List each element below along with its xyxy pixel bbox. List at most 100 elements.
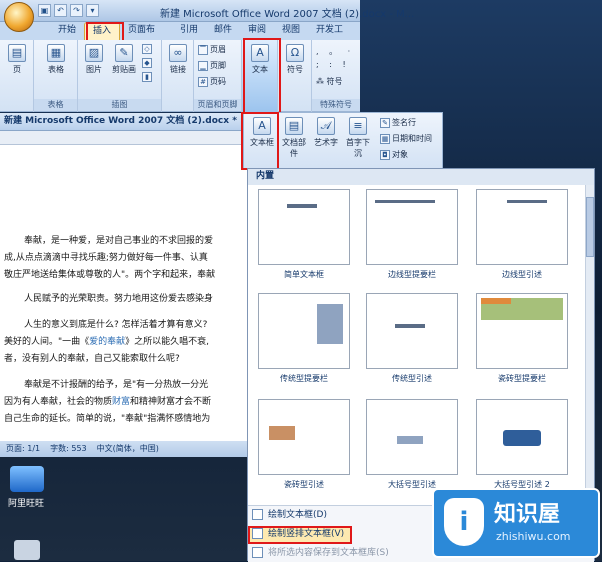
footer-icon: ▁ — [198, 60, 208, 71]
tab-mailings[interactable]: 邮件 — [206, 22, 240, 40]
group-label-illustrations: 插图 — [78, 99, 161, 111]
thumb-brace-box — [503, 430, 541, 446]
wordart-button[interactable]: 𝒜 艺术字 — [312, 117, 340, 148]
aliwangwang-label: 阿里旺旺 — [8, 499, 45, 509]
symbol-menu-icon: ⁂ — [316, 77, 327, 86]
gallery-item-tile-sidebar[interactable] — [476, 293, 568, 369]
window-title: 新建 Microsoft Office Word 2007 文档 (2).doc… — [160, 9, 415, 20]
gallery-item-tile-quote[interactable] — [258, 399, 350, 475]
gallery-header: 内置 — [248, 169, 594, 185]
dropcap-icon: ≡ — [349, 117, 367, 135]
pages-button[interactable]: ▤ 页 — [3, 44, 31, 75]
object-button[interactable]: ◘ 对象 — [380, 149, 408, 160]
picture-icon: ▨ — [85, 44, 103, 62]
gallery-item-traditional-sidebar[interactable] — [258, 293, 350, 369]
thumb-text-lines — [507, 200, 547, 203]
paragraph-1-line-3: 敬庄严地送给集体或尊敬的人"。两个字和起来，奉献 — [4, 270, 216, 280]
tab-developer[interactable]: 开发工具 — [308, 22, 360, 52]
picture-button[interactable]: ▨ 图片 — [80, 44, 108, 75]
office-button[interactable] — [4, 2, 34, 32]
paragraph-3-line-1: 人生的意义到底是什么? 怎样活着才算有意义? — [24, 320, 208, 330]
footer-button[interactable]: ▁ 页脚 — [198, 60, 226, 71]
shield-logo-icon: i — [444, 498, 484, 546]
special-symbols-group: , 。 · ; : ! ⁂ 符号 特殊符号 — [312, 40, 360, 112]
highlight-textbox-button — [241, 112, 279, 170]
gallery-item-traditional-quote[interactable] — [366, 293, 458, 369]
gallery-label-3: 边线型引述 — [502, 270, 542, 279]
tab-references[interactable]: 引用 — [172, 22, 206, 40]
clipart-icon: ✎ — [115, 44, 133, 62]
gallery-label-2: 边线型提要栏 — [388, 270, 436, 279]
scrollbar-thumb[interactable] — [586, 197, 594, 257]
gallery-label-7: 瓷砖型引述 — [284, 480, 324, 489]
punctuation-row-2[interactable]: ; : ! — [316, 60, 350, 69]
status-words[interactable]: 字数: 553 — [50, 441, 87, 457]
redo-icon[interactable]: ↷ — [70, 4, 83, 17]
chart-icon: ▮ — [142, 72, 152, 82]
shapes-button[interactable]: ◇ — [142, 44, 154, 54]
paragraph-4-line-2: 因为有人奉献，社会的物质财富和精神财富才会不断 — [4, 397, 212, 407]
paragraph-1-line-2: 成,从点点滴滴中寻找乐趣;努力做好每一件事、认真 — [4, 253, 208, 263]
status-language[interactable]: 中文(简体，中国) — [97, 441, 159, 457]
vertical-textbox-icon — [252, 528, 263, 539]
group-label-header-footer: 页眉和页脚 — [194, 99, 241, 111]
customize-qat-icon[interactable]: ▾ — [86, 4, 99, 17]
gallery-item-edge-sidebar[interactable] — [366, 189, 458, 265]
chart-button[interactable]: ▮ — [142, 72, 154, 82]
links-button[interactable]: ∞ 链接 — [164, 44, 192, 75]
quickparts-button[interactable]: ▤ 文档部件 — [280, 117, 308, 159]
gallery-item-brace-quote[interactable] — [366, 399, 458, 475]
table-button[interactable]: ▦ 表格 — [42, 44, 70, 75]
special-symbol-button[interactable]: ⁂ 符号 — [316, 76, 343, 87]
gallery-label-4: 传统型提要栏 — [280, 374, 328, 383]
paragraph-4-line-3: 自己生命的延长。简单的说，"奉献"指满怀感情地为 — [4, 414, 211, 424]
gallery-label-1: 简单文本框 — [284, 270, 324, 279]
table-group: ▦ 表格 表格 — [34, 40, 78, 112]
save-icon[interactable]: ▣ — [38, 4, 51, 17]
paragraph-3-line-2: 美好的人间。"一曲《爱的奉献》之所以能久唱不衰, — [4, 337, 210, 347]
wordart-icon: 𝒜 — [317, 117, 335, 135]
page-number-button[interactable]: # 页码 — [198, 76, 226, 87]
symbol-button[interactable]: Ω 符号 — [281, 44, 309, 75]
thumb-tile-accent — [481, 298, 511, 304]
gallery-item-edge-quote[interactable] — [476, 189, 568, 265]
tab-home[interactable]: 开始 — [50, 22, 84, 40]
aliwangwang-icon[interactable] — [10, 466, 44, 492]
clipart-button[interactable]: ✎ 剪贴画 — [110, 44, 138, 75]
ribbon: ▤ 页 ▦ 表格 表格 ▨ 图片 ✎ 剪贴画 ◇ ◆ ▮ 插图 ∞ 链接 ▔ 页眉 ▁ 页脚 … — [0, 40, 360, 112]
menu-draw-textbox[interactable]: 绘制文本框(D) — [252, 508, 327, 524]
ruler — [0, 131, 246, 145]
thumb-text-lines — [395, 324, 425, 328]
illustrations-group: ▨ 图片 ✎ 剪贴画 ◇ ◆ ▮ 插图 — [78, 40, 162, 112]
link-icon: ∞ — [169, 44, 187, 62]
thumb-sidebar — [317, 304, 343, 344]
paragraph-3-line-3: 者，没有别人的奉献，自己又能索取什么呢? — [4, 354, 180, 364]
header-button[interactable]: ▔ 页眉 — [198, 44, 226, 55]
paragraph-4-line-1: 奉献是不计报酬的给予，是"有一分热放一分光 — [24, 380, 209, 390]
menu-draw-vertical-textbox[interactable]: 绘制竖排文本框(V) — [252, 527, 344, 543]
document-title-bar: 新建 Microsoft Office Word 2007 文档 (2).doc… — [0, 113, 246, 131]
link-love-dedication[interactable]: 爱的奉献 — [89, 337, 125, 347]
dropcap-button[interactable]: ≡ 首字下沉 — [344, 117, 372, 159]
gallery-scrollbar[interactable] — [585, 185, 594, 505]
watermark-brand: 知识屋 — [494, 502, 561, 527]
desktop-shortcut-icon[interactable] — [14, 540, 40, 560]
signature-line-button[interactable]: ✎ 签名行 — [380, 117, 416, 128]
status-page[interactable]: 页面: 1/1 — [6, 441, 40, 457]
header-icon: ▔ — [198, 44, 208, 55]
object-icon: ◘ — [380, 149, 390, 160]
save-gallery-icon — [252, 547, 263, 558]
link-wealth[interactable]: 财富 — [112, 397, 130, 407]
smartart-icon: ◆ — [142, 58, 152, 68]
gallery-item-brace-quote-2[interactable] — [476, 399, 568, 475]
watermark-url: zhishiwu.com — [496, 530, 571, 543]
undo-icon[interactable]: ↶ — [54, 4, 67, 17]
links-group: ∞ 链接 — [162, 40, 194, 112]
gallery-item-simple-textbox[interactable] — [258, 189, 350, 265]
punctuation-row-1[interactable]: , 。 · — [316, 46, 354, 57]
menu-save-selection[interactable]: 将所选内容保存到文本框库(S) — [252, 546, 389, 562]
tab-page-layout[interactable]: 页面布局 — [120, 22, 172, 52]
smartart-button[interactable]: ◆ — [142, 58, 154, 68]
document-page[interactable]: 奉献，是一种爱，是对自己事业的不求回报的爱 成,从点点滴滴中寻找乐趣;努力做好每… — [0, 145, 252, 445]
date-time-button[interactable]: ▦ 日期和时间 — [380, 133, 432, 144]
